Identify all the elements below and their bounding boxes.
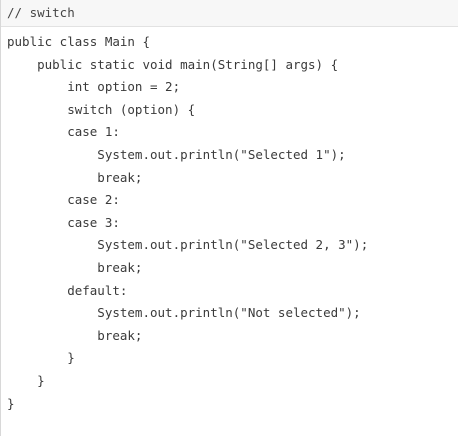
code-line: break; [7,327,143,343]
code-line: } [7,350,75,366]
code-line: System.out.println("Selected 2, 3"); [7,237,369,253]
code-line: } [7,395,15,411]
code-line: switch (option) { [7,101,196,117]
code-line: System.out.println("Selected 1"); [7,146,346,162]
code-line: public static void main(String[] args) { [7,56,339,72]
code-body: public class Main { public static void m… [1,27,458,415]
code-line: System.out.println("Not selected"); [7,305,361,321]
code-snippet-panel: // switch public class Main { public sta… [0,0,458,436]
code-line: int option = 2; [7,79,181,95]
code-line: case 3: [7,214,120,230]
code-line: case 1: [7,124,120,140]
code-line: break; [7,259,143,275]
code-line: case 2: [7,192,120,208]
code-line: default: [7,282,128,298]
code-header-comment: // switch [1,0,458,27]
code-line: break; [7,169,143,185]
code-line: } [7,372,45,388]
code-line: public class Main { [7,34,150,49]
